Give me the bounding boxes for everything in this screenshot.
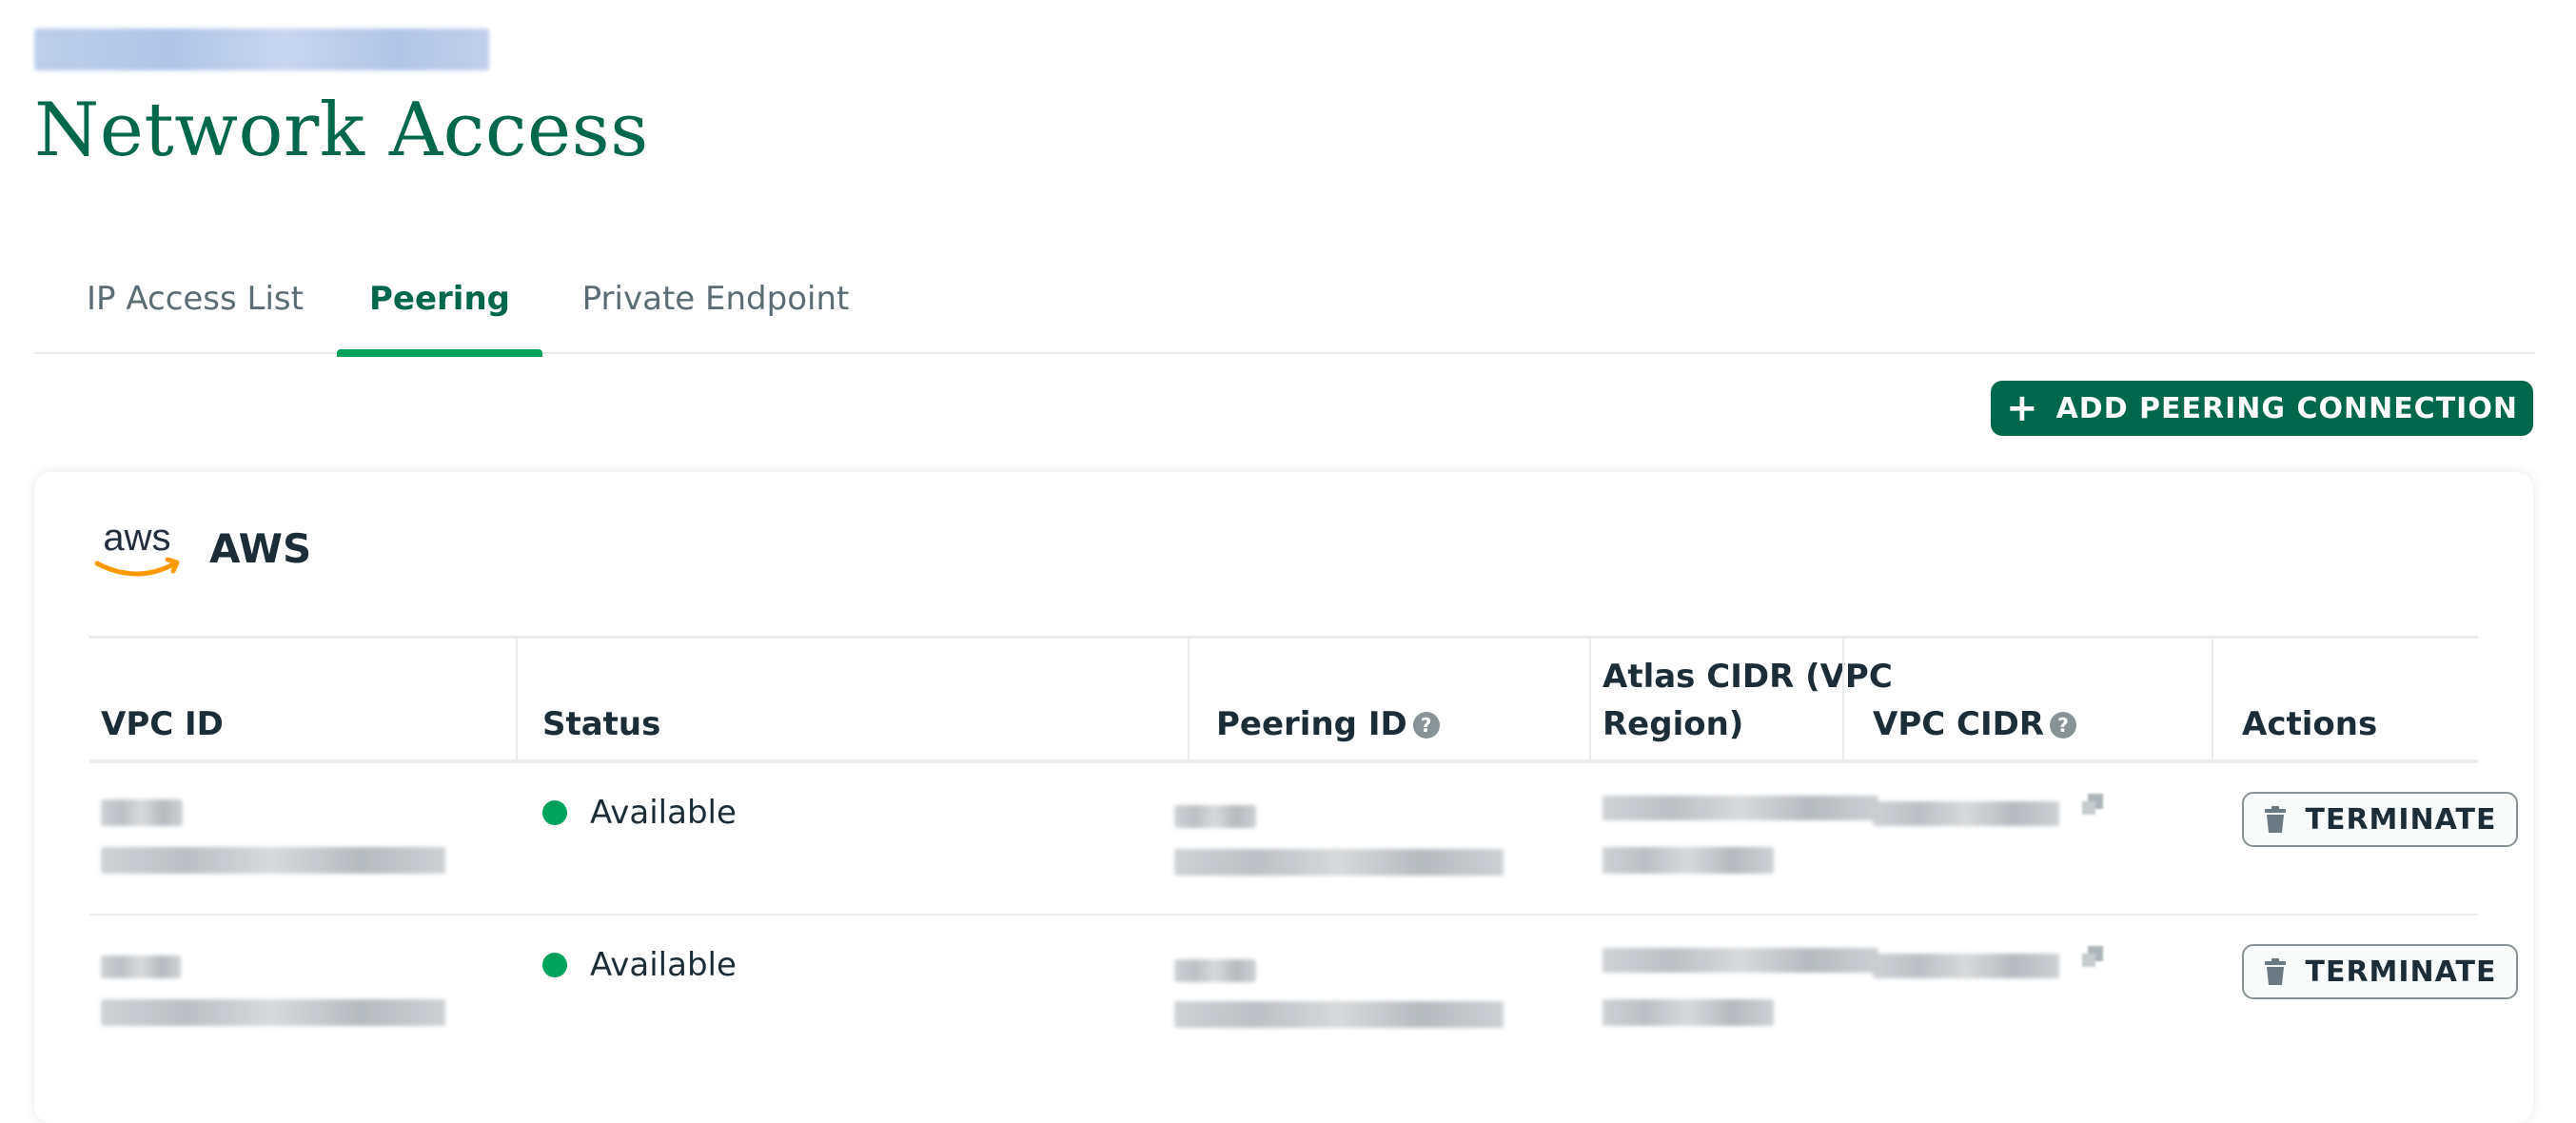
aws-logo-icon: aws [94, 518, 180, 577]
aws-peering-card: aws AWS VPC ID Status Peering ID? Atlas … [34, 472, 2533, 1123]
terminate-label: TERMINATE [2305, 802, 2497, 837]
column-header-peering-id: Peering ID? [1216, 701, 1440, 748]
column-separator [1842, 639, 1844, 759]
column-header-actions: Actions [2242, 704, 2378, 743]
tab-ip-access-list[interactable]: IP Access List [76, 266, 314, 354]
vpc-id-cell [101, 999, 445, 1026]
atlas-cidr-cell [1603, 847, 1774, 874]
peering-table: VPC ID Status Peering ID? Atlas CIDR (VP… [89, 636, 2518, 1068]
table-header: VPC ID Status Peering ID? Atlas CIDR (VP… [89, 636, 2478, 763]
atlas-cidr-label-line1: Atlas CIDR (VPC [1603, 658, 1893, 697]
trash-icon [2265, 806, 2287, 833]
page-title: Network Access [34, 88, 649, 173]
status-cell: Available [542, 946, 737, 984]
column-header-vpc-cidr: VPC CIDR? [1873, 701, 2077, 748]
help-icon[interactable]: ? [2050, 712, 2077, 739]
status-label: Available [590, 946, 737, 984]
peering-id-cell [1174, 805, 1256, 828]
add-peering-connection-label: ADD PEERING CONNECTION [2055, 391, 2518, 425]
column-separator [1589, 639, 1591, 759]
vpc-cidr-label: VPC CIDR [1873, 704, 2045, 743]
tab-private-endpoint[interactable]: Private Endpoint [575, 266, 856, 354]
column-header-status: Status [542, 704, 661, 743]
vpc-id-cell [101, 799, 183, 826]
status-available-dot [542, 953, 567, 977]
svg-text:aws: aws [103, 518, 170, 559]
atlas-cidr-cell [1603, 999, 1774, 1026]
breadcrumb[interactable] [34, 29, 489, 70]
vpc-id-cell [101, 956, 181, 978]
copy-icon[interactable] [2078, 942, 2107, 971]
network-access-page: Network Access IP Access List Peering Pr… [0, 0, 2576, 1123]
plus-icon: + [2006, 386, 2039, 430]
atlas-cidr-cell [1603, 948, 1878, 973]
terminate-label: TERMINATE [2305, 955, 2497, 989]
atlas-cidr-label-line2: Region) [1603, 704, 1744, 743]
provider-title: AWS [209, 525, 312, 572]
peering-id-label: Peering ID [1216, 704, 1407, 743]
peering-id-cell [1174, 1001, 1504, 1028]
table-row: Available TERMINATE [89, 916, 2518, 1068]
column-header-vpc-id: VPC ID [101, 704, 224, 743]
column-separator [1188, 639, 1190, 759]
status-available-dot [542, 800, 567, 825]
status-label: Available [590, 794, 737, 832]
trash-icon [2265, 958, 2287, 985]
add-peering-connection-button[interactable]: + ADD PEERING CONNECTION [1991, 381, 2533, 436]
status-cell: Available [542, 794, 737, 832]
terminate-button[interactable]: TERMINATE [2242, 792, 2518, 847]
tab-peering[interactable]: Peering [337, 266, 542, 357]
vpc-cidr-cell [1873, 801, 2059, 826]
help-icon[interactable]: ? [1412, 712, 1440, 739]
column-separator [2212, 639, 2213, 759]
tab-bar: IP Access List Peering Private Endpoint [34, 266, 2535, 357]
column-separator [516, 639, 518, 759]
column-header-atlas-cidr: Atlas CIDR (VPC Region) [1603, 654, 1893, 748]
copy-icon[interactable] [2078, 790, 2107, 818]
table-row: Available TERMINATE [89, 763, 2518, 916]
peering-id-cell [1174, 959, 1256, 982]
atlas-cidr-cell [1603, 796, 1878, 820]
peering-id-cell [1174, 849, 1504, 876]
terminate-button[interactable]: TERMINATE [2242, 944, 2518, 999]
vpc-id-cell [101, 847, 445, 874]
vpc-cidr-cell [1873, 954, 2059, 978]
